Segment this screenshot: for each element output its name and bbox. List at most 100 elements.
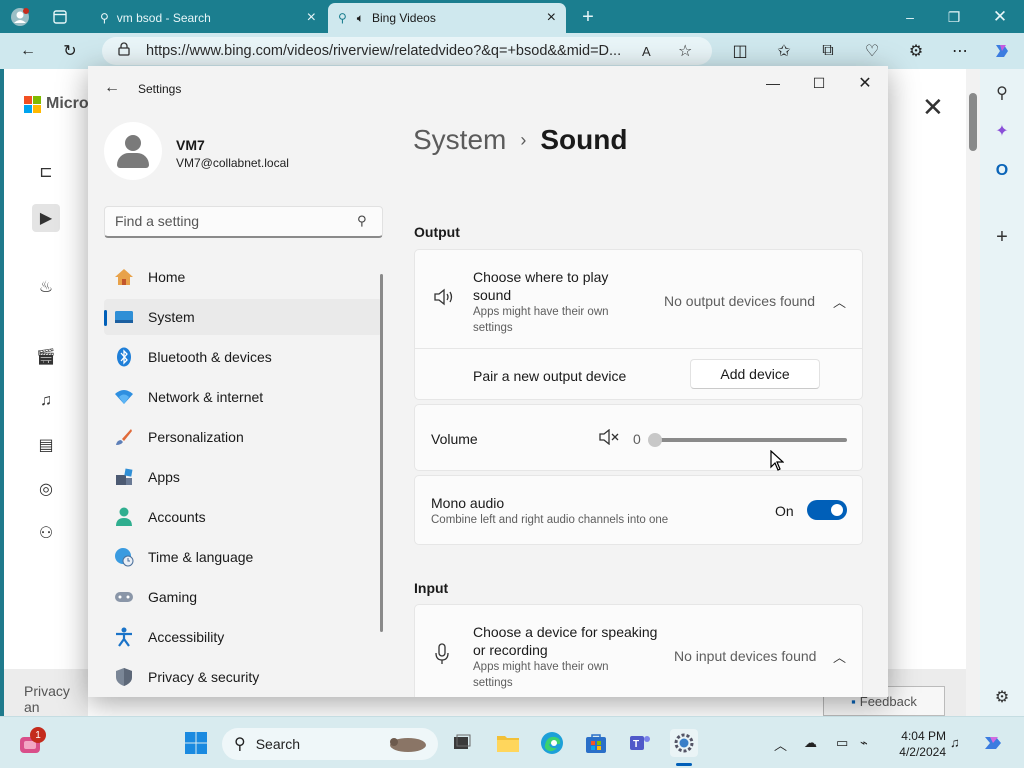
file-explorer-icon[interactable] (494, 729, 522, 757)
performance-icon[interactable]: ♡ (860, 40, 884, 62)
url-field[interactable]: https://www.bing.com/videos/riverview/re… (102, 37, 712, 65)
settings-search-box[interactable]: ⚲ (104, 206, 383, 238)
add-device-button[interactable]: Add device (690, 359, 820, 389)
speaker-icon[interactable]: 🔈︎ (357, 11, 364, 26)
restore-browser-icon[interactable]: ❐ (944, 7, 964, 27)
section-heading-output: Output (414, 224, 460, 240)
sidebar-toggle-icon[interactable]: ⊏ (32, 158, 60, 186)
movies-clapper-icon[interactable]: 🎬︎ (32, 343, 60, 371)
close-icon[interactable]: ✕ (850, 72, 880, 94)
tab-search[interactable]: ⚲ vm bsod - Search × (90, 3, 326, 33)
edge-browser-icon[interactable] (538, 729, 566, 757)
sidebar-item-bluetooth[interactable]: Bluetooth & devices (104, 339, 382, 375)
windows-start-icon[interactable] (182, 729, 210, 757)
nav-scrollbar[interactable] (380, 274, 383, 632)
page-scrollbar[interactable] (966, 69, 980, 716)
new-tab-icon[interactable]: + (578, 6, 598, 28)
sidebar-item-gaming[interactable]: Gaming (104, 579, 382, 615)
videos-icon[interactable]: ▶ (32, 204, 60, 232)
chevron-up-icon[interactable]: ︿ (833, 647, 846, 666)
trending-flame-icon[interactable]: ♨ (32, 273, 60, 301)
refresh-icon[interactable]: ↻ (58, 40, 82, 62)
taskbar-search[interactable]: ⚲ Search (222, 728, 438, 760)
system-clock[interactable]: 4:04 PM 4/2/2024 (888, 728, 946, 760)
task-view-icon[interactable] (448, 729, 476, 757)
microsoft-store-icon[interactable] (582, 729, 610, 757)
maximize-icon[interactable]: ☐ (804, 72, 834, 94)
gaming-controller-icon[interactable]: ⚇ (32, 519, 60, 547)
back-icon[interactable]: ← (16, 40, 40, 62)
sidebar-item-system[interactable]: System (104, 299, 382, 335)
breadcrumb-parent[interactable]: System (413, 124, 506, 156)
minimize-icon[interactable]: — (758, 72, 788, 94)
copilot-preview-icon[interactable] (980, 729, 1008, 757)
sidebar-item-accounts[interactable]: Accounts (104, 499, 382, 535)
sidebar-item-personalization[interactable]: Personalization (104, 419, 382, 455)
notification-bell-icon[interactable]: ♫ (950, 735, 960, 750)
output-device-row[interactable]: Choose where to play sound Apps might ha… (415, 250, 862, 349)
sidebar-item-home[interactable]: Home (104, 259, 382, 295)
shield-icon (114, 667, 134, 687)
tab-bing-videos[interactable]: ⚲ 🔈︎ Bing Videos × (328, 3, 566, 33)
music-note-icon[interactable]: ♫ (32, 387, 60, 415)
avatar[interactable] (104, 122, 162, 180)
collections-icon[interactable]: ⧉ (816, 40, 840, 62)
favorite-star-icon[interactable]: ☆ (678, 41, 692, 61)
split-screen-icon[interactable]: ◫ (728, 40, 752, 62)
search-input[interactable] (115, 207, 355, 235)
more-menu-icon[interactable]: ⋯ (948, 40, 972, 62)
sidebar-item-network[interactable]: Network & internet (104, 379, 382, 415)
close-video-icon[interactable]: ✕ (922, 92, 944, 123)
sidebar-settings-icon[interactable]: ⚙ (988, 683, 1016, 711)
minimize-browser-icon[interactable]: – (900, 7, 920, 27)
volume-card: Volume 0 (414, 404, 863, 471)
sidebar-item-label: Accounts (148, 509, 206, 525)
teams-icon[interactable]: T (626, 729, 654, 757)
mono-audio-subtitle: Combine left and right audio channels in… (431, 514, 669, 526)
search-icon[interactable]: ⚲ (988, 79, 1016, 107)
speaker-muted-icon[interactable] (599, 428, 621, 450)
search-highlight-icon (386, 734, 430, 757)
favorites-icon[interactable]: ✩ (772, 40, 796, 62)
close-tab-icon[interactable]: × (547, 9, 556, 27)
display-icon[interactable]: ▭ (836, 735, 848, 751)
volume-slider[interactable] (648, 433, 847, 447)
system-icon (114, 307, 134, 327)
taskbar: 1 ⚲ Search T ︿ ☁ ▭ ⌁ 4:04 PM 4/2/2024 ♫ (0, 716, 1024, 768)
add-sidebar-app-icon[interactable]: + (988, 223, 1016, 251)
back-arrow-icon[interactable]: ← (104, 79, 120, 97)
news-icon[interactable]: ▤ (32, 431, 60, 459)
profile-avatar-icon[interactable] (10, 7, 30, 27)
onedrive-icon[interactable]: ☁ (804, 735, 817, 751)
sidebar-item-time-language[interactable]: Time & language (104, 539, 382, 575)
outlook-icon[interactable]: O (988, 157, 1016, 185)
network-icon[interactable]: ⌁ (860, 735, 868, 751)
close-browser-icon[interactable]: ✕ (990, 7, 1010, 27)
input-device-card[interactable]: Choose a device for speaking or recordin… (414, 604, 863, 697)
pair-device-label: Pair a new output device (473, 368, 627, 384)
sidebar-item-apps[interactable]: Apps (104, 459, 382, 495)
settings-gear-icon[interactable] (670, 729, 698, 757)
mono-audio-state: On (775, 503, 794, 519)
sports-ball-icon[interactable]: ◎ (32, 475, 60, 503)
read-aloud-icon[interactable]: A (642, 44, 651, 59)
bing-left-rail: ⊏ ▶ ♨ 🎬︎ ♫ ▤ ◎ ⚇ (4, 69, 84, 669)
sidebar-item-accessibility[interactable]: Accessibility (104, 619, 382, 655)
sidebar-item-label: Apps (148, 469, 180, 485)
accessibility-icon (114, 627, 134, 647)
copilot-sidebar-icon[interactable]: ✦ (988, 117, 1016, 145)
sidebar-item-privacy-security[interactable]: Privacy & security (104, 659, 382, 695)
chevron-up-icon[interactable]: ︿ (833, 292, 846, 311)
volume-slider-thumb[interactable] (648, 433, 662, 447)
scroll-thumb[interactable] (969, 93, 977, 151)
search-icon[interactable]: ⚲ (357, 213, 367, 229)
close-tab-icon[interactable]: × (307, 9, 316, 27)
tab-actions-icon[interactable] (50, 7, 70, 27)
privacy-link[interactable]: Privacy an (4, 669, 88, 716)
extensions-icon[interactable]: ⚙ (904, 40, 928, 62)
copilot-icon[interactable] (990, 40, 1014, 62)
mono-audio-toggle[interactable] (807, 500, 847, 520)
chevron-up-icon[interactable]: ︿ (774, 735, 787, 754)
chevron-right-icon: › (520, 129, 527, 150)
sidebar-item-label: Bluetooth & devices (148, 349, 272, 365)
